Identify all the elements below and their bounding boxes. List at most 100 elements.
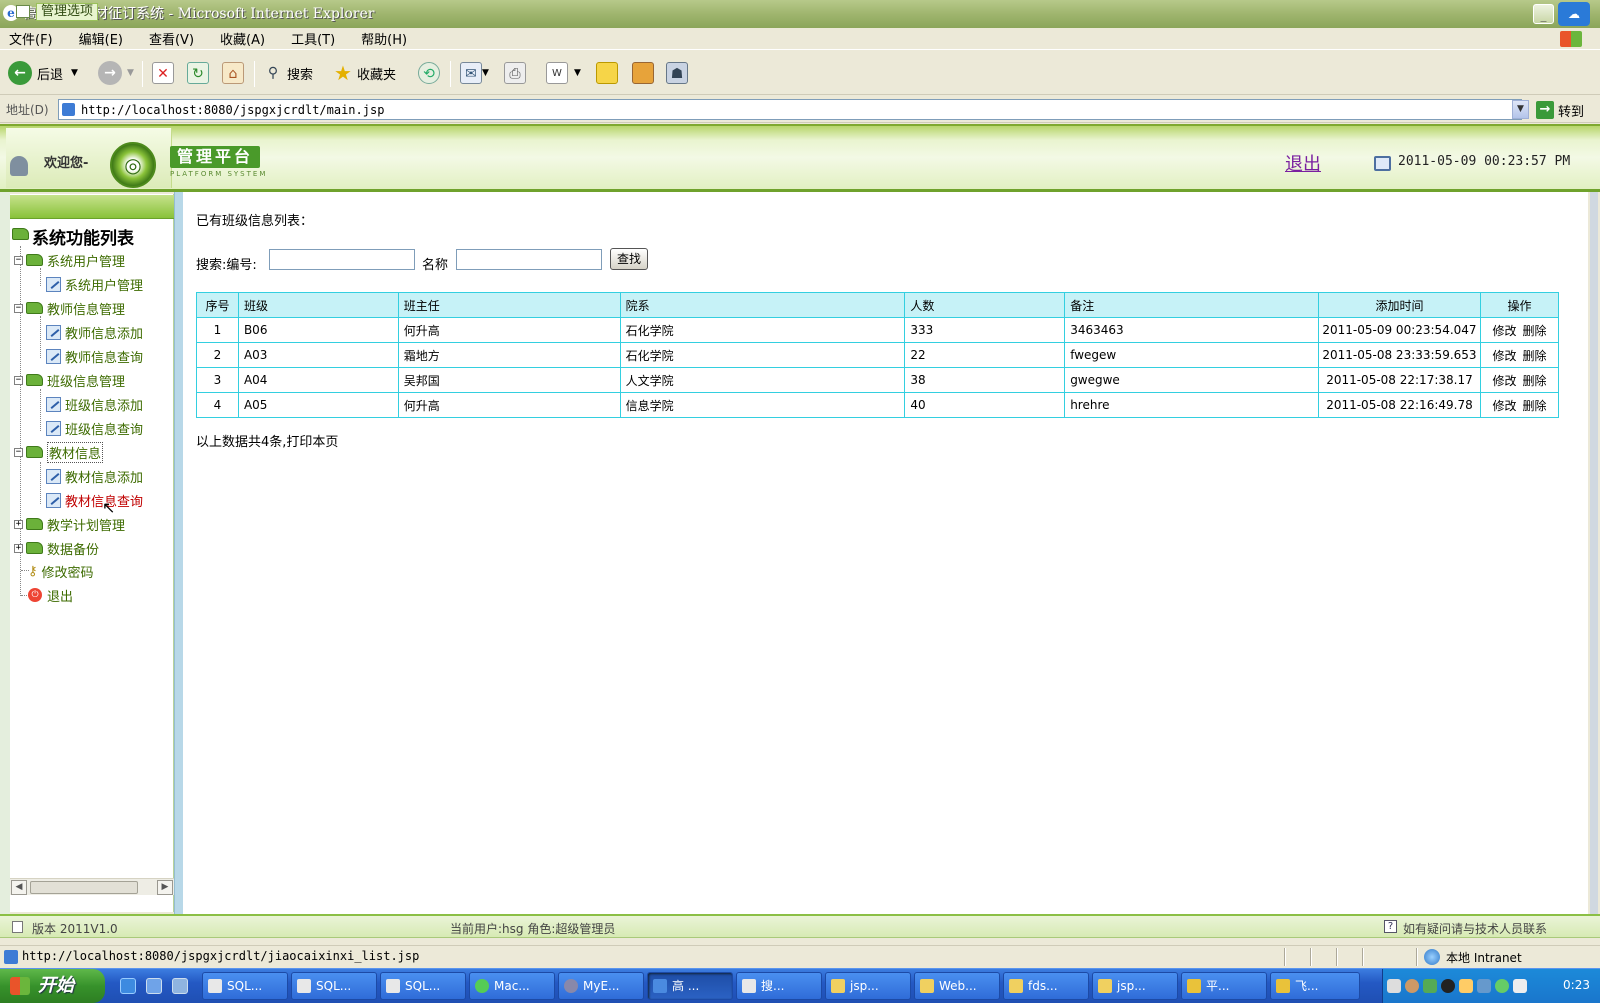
start-button[interactable]: 开始 <box>0 969 105 1003</box>
tree-group-teaching-plan[interactable]: + 教学计划管理 <box>14 514 125 534</box>
print-page-link[interactable]: 打印本页 <box>286 435 338 450</box>
delete-link[interactable]: 删除 <box>1522 324 1546 338</box>
tree-item-textbook-add[interactable]: 教材信息添加 <box>46 466 143 486</box>
globe-icon <box>1424 949 1440 965</box>
taskbar-item[interactable]: 平... <box>1181 972 1267 1000</box>
sidebar-horizontal-scrollbar[interactable]: ◀ ▶ <box>10 878 174 895</box>
menu-edit[interactable]: 编辑(E) <box>76 28 126 49</box>
edit-link[interactable]: 修改 <box>1492 399 1516 413</box>
taskbar-item[interactable]: SQL... <box>202 972 288 1000</box>
tray-app-icon[interactable] <box>1495 979 1509 993</box>
tree-item-change-password[interactable]: ⚷ 修改密码 <box>28 561 94 581</box>
scroll-right-icon[interactable]: ▶ <box>157 880 173 895</box>
scroll-thumb[interactable] <box>30 881 138 894</box>
qq-icon[interactable] <box>1441 979 1455 993</box>
taskbar-item-label: SQL... <box>227 979 263 993</box>
back-button[interactable]: ← 后退 ▼ <box>8 59 78 87</box>
mail-button[interactable]: ✉ ▼ <box>460 59 489 87</box>
messenger-button[interactable]: ☗ <box>666 59 688 87</box>
menu-file[interactable]: 文件(F) <box>6 28 56 49</box>
delete-link[interactable]: 删除 <box>1522 399 1546 413</box>
menu-tools[interactable]: 工具(T) <box>288 28 338 49</box>
edit-link[interactable]: 修改 <box>1492 324 1516 338</box>
taskbar-item[interactable]: Mac... <box>469 972 555 1000</box>
expand-icon[interactable]: + <box>14 543 23 553</box>
edit-link[interactable]: 修改 <box>1492 349 1516 363</box>
taskbar-item[interactable]: 飞... <box>1270 972 1360 1000</box>
go-button[interactable]: → 转到 <box>1536 100 1584 120</box>
keyboard-icon[interactable] <box>1387 979 1401 993</box>
menu-help[interactable]: 帮助(H) <box>358 28 410 49</box>
tray-collapse-icon[interactable] <box>1405 979 1419 993</box>
tree-item-system-users[interactable]: 系统用户管理 <box>46 274 143 294</box>
logout-link[interactable]: 退出 <box>1285 150 1321 176</box>
taskbar-item[interactable]: jsp... <box>825 972 911 1000</box>
collapse-icon[interactable]: − <box>14 303 23 313</box>
tree-group-class[interactable]: − 班级信息管理 <box>14 370 125 390</box>
tray-app-icon[interactable] <box>1477 979 1491 993</box>
taskbar-item[interactable]: SQL... <box>291 972 377 1000</box>
tree-group-backup[interactable]: + 数据备份 <box>14 538 99 558</box>
taskbar-item[interactable]: SQL... <box>380 972 466 1000</box>
search-name-input[interactable] <box>456 249 602 270</box>
forward-button[interactable]: → ▼ <box>98 59 134 87</box>
folder-open-icon <box>12 228 29 240</box>
delete-link[interactable]: 删除 <box>1522 349 1546 363</box>
tree-item-class-query[interactable]: 班级信息查询 <box>46 418 143 438</box>
favorites-button[interactable]: ★ 收藏夹 <box>332 59 396 87</box>
search-button[interactable]: ⚲ 搜索 <box>262 59 313 87</box>
search-id-input[interactable] <box>269 249 415 270</box>
collapse-icon[interactable]: − <box>14 375 23 385</box>
taskbar-item-active[interactable]: 高 ... <box>647 972 733 1000</box>
tree-group-system-users[interactable]: − 系统用户管理 <box>14 250 125 270</box>
tree-item-teacher-query[interactable]: 教师信息查询 <box>46 346 143 366</box>
media-quicklaunch-icon[interactable] <box>172 978 188 994</box>
print-button[interactable]: ⎙ <box>504 59 526 87</box>
address-dropdown-button[interactable]: ▼ <box>1512 100 1529 119</box>
refresh-button[interactable]: ↻ <box>187 59 209 87</box>
tray-app-icon[interactable] <box>1459 979 1473 993</box>
taskbar-item[interactable]: fds... <box>1003 972 1089 1000</box>
cell-teacher: 何升高 <box>397 317 621 343</box>
edit-link[interactable]: 修改 <box>1492 374 1516 388</box>
edit-dropdown-icon[interactable]: ▼ <box>574 68 581 78</box>
tree-group-teacher[interactable]: − 教师信息管理 <box>14 298 125 318</box>
baidu-cloud-icon[interactable]: ☁ <box>1558 2 1590 26</box>
taskbar-item[interactable]: 搜... <box>736 972 822 1000</box>
home-button[interactable]: ⌂ <box>222 59 244 87</box>
history-button[interactable]: ⟲ <box>418 59 440 87</box>
collapse-icon[interactable]: − <box>14 447 23 457</box>
tray-clock: 0:23 <box>1563 978 1590 992</box>
tree-item-textbook-query[interactable]: 教材信息查询 <box>46 490 143 510</box>
tree-item-class-add[interactable]: 班级信息添加 <box>46 394 143 414</box>
stop-button[interactable]: ✕ <box>152 59 174 87</box>
find-button[interactable]: 查找 <box>610 248 648 270</box>
menu-view[interactable]: 查看(V) <box>146 28 197 49</box>
network-icon[interactable] <box>1423 979 1437 993</box>
taskbar-item[interactable]: jsp... <box>1092 972 1178 1000</box>
tree-group-textbook[interactable]: − 教材信息 <box>14 441 104 463</box>
menu-favorites[interactable]: 收藏(A) <box>217 28 268 49</box>
tree-item-exit[interactable]: ⏻ 退出 <box>28 585 73 605</box>
delete-link[interactable]: 删除 <box>1522 374 1546 388</box>
research-button[interactable] <box>632 59 654 87</box>
address-input[interactable] <box>58 99 1522 120</box>
taskbar-item[interactable]: Web... <box>914 972 1000 1000</box>
edit-button[interactable]: W ▼ <box>546 59 581 87</box>
frame-divider[interactable] <box>174 192 183 914</box>
taskbar-item[interactable]: MyE... <box>558 972 644 1000</box>
ie-quicklaunch-icon[interactable] <box>120 978 136 994</box>
sidebar-header-label[interactable]: 管理选项 <box>36 3 99 21</box>
discuss-button[interactable] <box>596 59 618 87</box>
taskbar-item-label: MyE... <box>583 979 620 993</box>
collapse-icon[interactable]: − <box>14 255 23 265</box>
table-row: 2 A03 霜地方 石化学院 22 fwegew 2011-05-08 23:3… <box>196 342 1560 368</box>
minimize-button[interactable]: _ <box>1533 4 1554 24</box>
mail-dropdown-icon[interactable]: ▼ <box>482 68 489 78</box>
tray-app-icon[interactable] <box>1513 979 1527 993</box>
tree-item-teacher-add[interactable]: 教师信息添加 <box>46 322 143 342</box>
back-dropdown-icon[interactable]: ▼ <box>71 68 78 78</box>
expand-icon[interactable]: + <box>14 519 23 529</box>
scroll-left-icon[interactable]: ◀ <box>11 880 27 895</box>
ie-quicklaunch-icon[interactable] <box>146 978 162 994</box>
